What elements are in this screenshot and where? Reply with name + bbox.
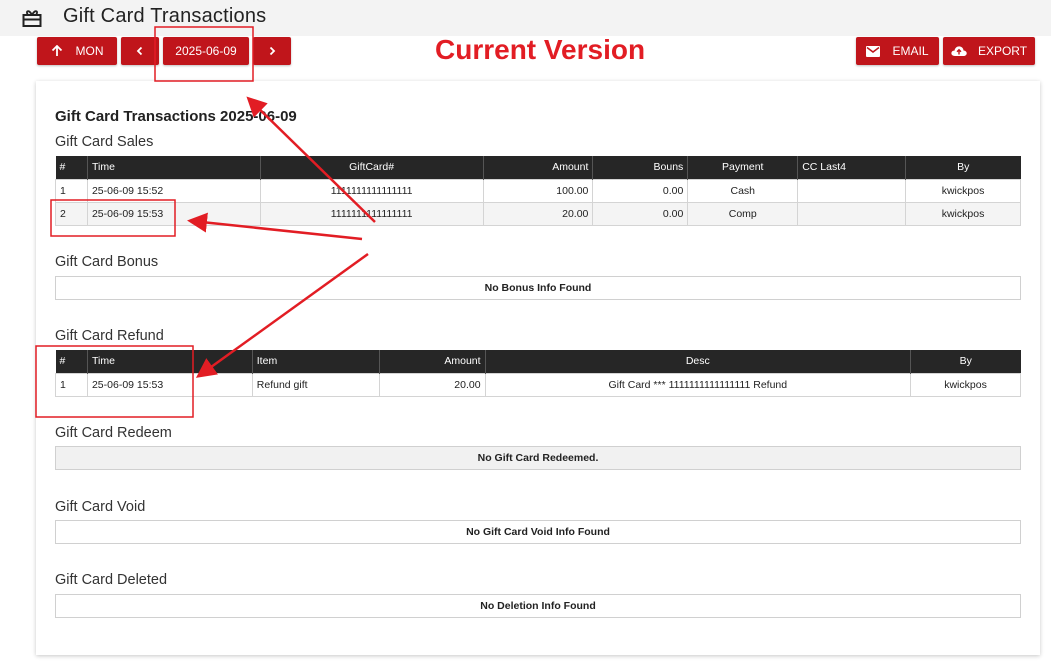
gift-icon	[22, 8, 42, 28]
cell: 25-06-09 15:52	[86, 178, 261, 203]
arrow-up-icon	[51, 45, 63, 57]
deleted-section-title: Gift Card Deleted	[55, 572, 168, 588]
chevron-left-icon	[135, 46, 145, 56]
report-title: Gift Card Transactions 2025-06-09	[55, 108, 297, 125]
cell: 1111111111111111	[259, 178, 484, 203]
bonus-empty-message: No Bonus Info Found	[55, 276, 1021, 300]
refund-header-row: # Time Item Amount Desc By	[55, 350, 1021, 373]
col-header: GiftCard#	[260, 156, 484, 179]
col-header: Desc	[485, 350, 912, 373]
export-button[interactable]: EXPORT	[943, 37, 1035, 65]
void-empty-message: No Gift Card Void Info Found	[55, 520, 1021, 544]
cell: 0.00	[592, 178, 689, 203]
refund-table: # Time Item Amount Desc By 1 25-06-09 15…	[55, 350, 1021, 397]
email-button[interactable]: EMAIL	[856, 37, 939, 65]
version-annotation: Current Version	[435, 34, 646, 65]
cell: 100.00	[482, 178, 594, 203]
prev-day-button[interactable]	[121, 37, 159, 65]
col-header: Bouns	[592, 156, 689, 179]
cell: kwickpos	[905, 178, 1021, 203]
col-header: By	[905, 156, 1021, 179]
col-header: #	[55, 350, 88, 373]
cell: Cash	[687, 178, 799, 203]
cell: 0.00	[592, 201, 689, 226]
cell	[797, 178, 907, 203]
cloud-upload-icon	[951, 45, 967, 57]
date-picker-button[interactable]: 2025-06-09	[163, 37, 249, 65]
table-row[interactable]: 2 25-06-09 15:53 1111111111111111 20.00 …	[55, 201, 1021, 226]
cell: 20.00	[378, 372, 486, 397]
bonus-section-title: Gift Card Bonus	[55, 254, 159, 270]
cell: 1111111111111111	[259, 201, 484, 226]
col-header: Amount	[379, 350, 486, 373]
cell: 25-06-09 15:53	[86, 372, 253, 397]
refund-section-title: Gift Card Refund	[55, 328, 164, 344]
table-row[interactable]: 1 25-06-09 15:53 Refund gift 20.00 Gift …	[55, 372, 1021, 397]
redeem-empty-message: No Gift Card Redeemed.	[55, 446, 1021, 470]
next-day-button[interactable]	[253, 37, 291, 65]
export-label: EXPORT	[977, 44, 1028, 58]
cell: Comp	[687, 201, 799, 226]
cell: kwickpos	[910, 372, 1021, 397]
col-header: Amount	[483, 156, 594, 179]
col-header: CC Last4	[797, 156, 907, 179]
cell: Gift Card *** 1111111111111111 Refund	[484, 372, 912, 397]
cell	[797, 201, 907, 226]
cell: Refund gift	[251, 372, 380, 397]
cell: 1	[55, 178, 88, 203]
col-header: #	[55, 156, 88, 179]
mail-icon	[866, 45, 881, 57]
page-title: Gift Card Transactions	[63, 5, 267, 27]
void-section-title: Gift Card Void	[55, 499, 146, 515]
col-header: Time	[87, 156, 261, 179]
mon-button[interactable]: MON	[37, 37, 117, 65]
header-bar: Gift Card Transactions	[0, 0, 1051, 36]
chevron-right-icon	[267, 46, 277, 56]
cell: 25-06-09 15:53	[86, 201, 261, 226]
col-header: Payment	[687, 156, 799, 179]
deleted-empty-message: No Deletion Info Found	[55, 594, 1021, 618]
sales-header-row: # Time GiftCard# Amount Bouns Payment CC…	[55, 156, 1021, 179]
cell: 1	[55, 372, 88, 397]
col-header: By	[910, 350, 1021, 373]
cell: kwickpos	[905, 201, 1021, 226]
col-header: Time	[87, 350, 253, 373]
cell: 2	[55, 201, 88, 226]
cell: 20.00	[482, 201, 594, 226]
mon-label: MON	[75, 44, 104, 58]
table-row[interactable]: 1 25-06-09 15:52 1111111111111111 100.00…	[55, 178, 1021, 203]
sales-table: # Time GiftCard# Amount Bouns Payment CC…	[55, 156, 1021, 226]
col-header: Item	[252, 350, 380, 373]
sales-section-title: Gift Card Sales	[55, 134, 154, 150]
redeem-section-title: Gift Card Redeem	[55, 425, 172, 441]
email-label: EMAIL	[892, 44, 929, 58]
